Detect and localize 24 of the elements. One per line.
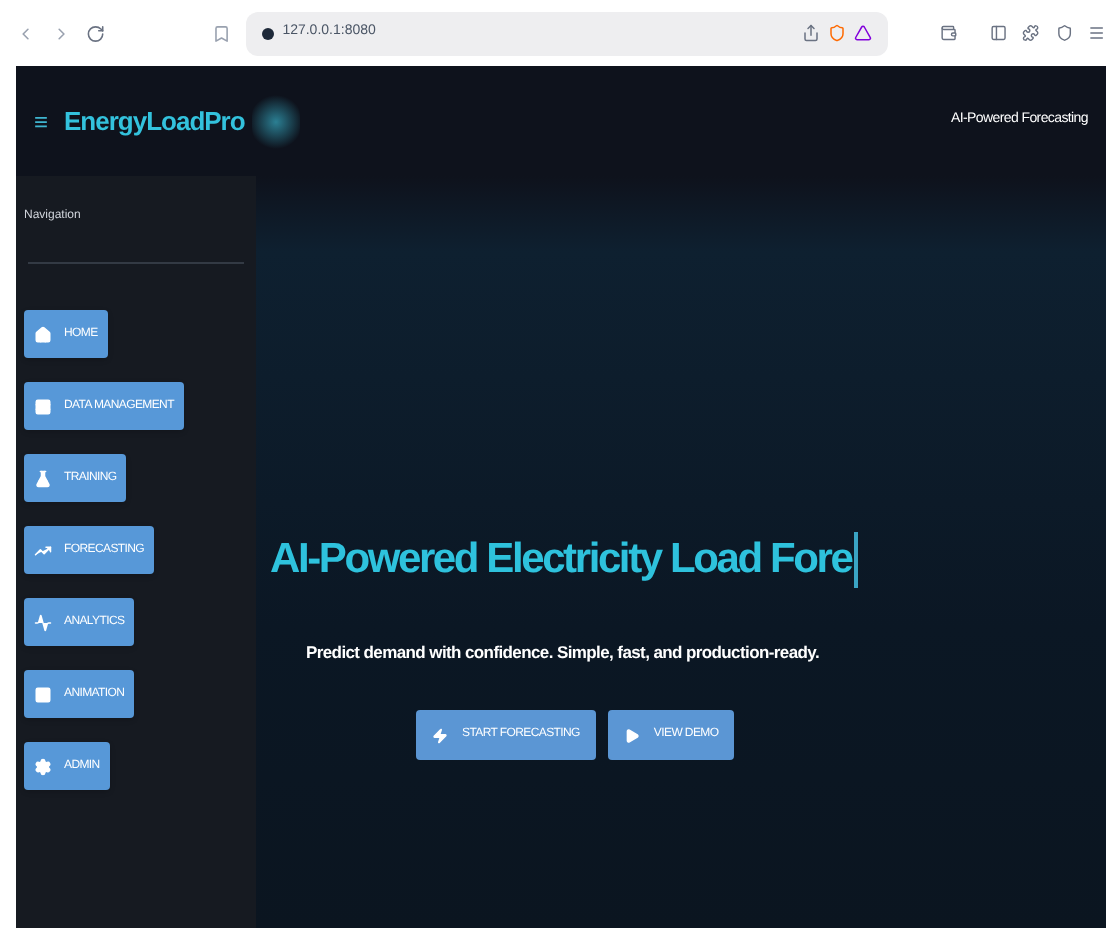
shield-outline-icon[interactable]	[1055, 24, 1073, 42]
reload-icon[interactable]	[86, 23, 106, 43]
gear-icon	[34, 757, 52, 775]
house-icon	[34, 325, 52, 343]
glow-icon	[252, 91, 301, 151]
share-icon[interactable]	[801, 24, 820, 42]
wallet-icon[interactable]	[939, 24, 958, 42]
site-info-icon[interactable]	[262, 27, 275, 39]
triangle-icon[interactable]	[853, 24, 872, 42]
text-cursor	[853, 531, 858, 588]
menu-icon[interactable]	[1088, 24, 1106, 42]
menu-button[interactable]: ≡	[34, 103, 49, 139]
brand-title: EnergyLoadPro	[64, 103, 245, 140]
shield-icon[interactable]	[827, 24, 846, 42]
hero-subtitle: Predict demand with confidence. Simple, fast, and production-ready.	[306, 639, 822, 665]
play-icon	[623, 727, 640, 744]
bookmark-icon[interactable]	[211, 23, 231, 43]
hero-title: AI-Powered Electricity Load Fore	[270, 534, 852, 586]
flask-icon	[34, 469, 52, 487]
sidebar-icon[interactable]	[989, 24, 1007, 42]
activity-icon	[34, 613, 52, 631]
puzzle-icon[interactable]	[1022, 24, 1040, 42]
trend-line-icon	[34, 541, 52, 559]
lightning-icon	[432, 727, 448, 744]
